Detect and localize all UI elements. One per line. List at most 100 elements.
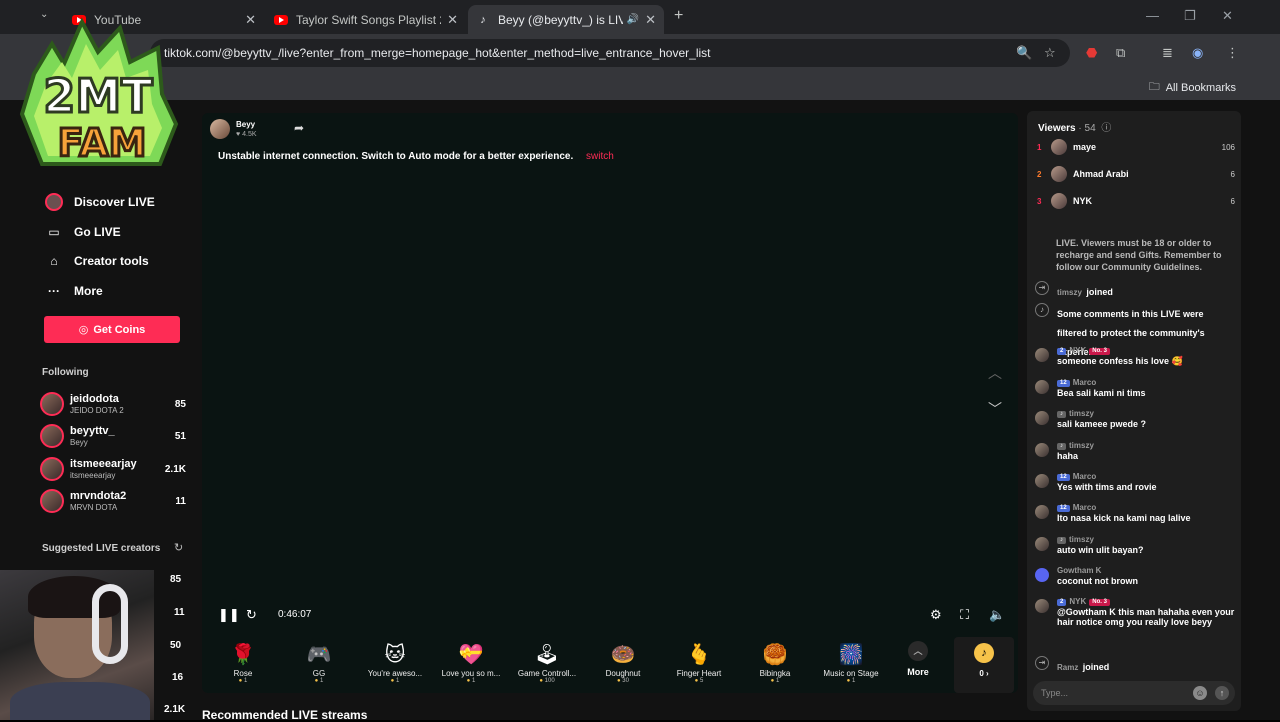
minimize-icon[interactable]: — [1146,8,1159,23]
join-icon: ⇥ [1035,281,1049,295]
maximize-icon[interactable]: ❐ [1184,8,1196,24]
coin-balance-button[interactable]: ♪ 0 › [954,637,1014,693]
tab-taylor-swift[interactable]: Taylor Swift Songs Playlist 2024 ✕ [266,5,466,34]
chat-user[interactable]: Gowtham K [1057,566,1235,576]
help-icon[interactable]: ⓘ [1101,123,1111,134]
address-bar-row: tiktok.com/@beyyttv_/live?enter_from_mer… [0,34,1280,72]
menu-icon[interactable]: ⋮ [1226,45,1239,61]
avatar [1051,139,1067,155]
bookmarks-bar: 🗀 All Bookmarks [0,72,1280,100]
gift-rose[interactable]: 🌹 Rose 1 [205,641,281,684]
youtube-icon [274,13,288,27]
top-viewer[interactable]: 3 NYK 6 [1037,192,1235,210]
coin-icon: ◎ [78,324,89,336]
gift-price: 1 [433,678,509,684]
following-item[interactable]: itsmeeearjay itsmeeearjay 2.1K [40,455,186,483]
live-video-player[interactable]: Beyy ♥ 4.5K ➦ Unstable internet connecti… [202,113,1018,693]
fireworks-icon: 🎆 [838,644,864,666]
following-item[interactable]: mrvndota2 MRVN DOTA 11 [40,487,186,515]
media-control-icon[interactable]: ≣ [1162,45,1173,61]
gift-game-controller[interactable]: 🕹 Game Controll... 100 [509,641,585,684]
chevron-up-icon[interactable]: ︿ [988,363,1002,383]
home-icon: ⌂ [50,254,58,268]
nav-discover-live[interactable]: Discover LIVE [44,192,155,212]
avatar [1035,599,1049,613]
url-field[interactable]: tiktok.com/@beyyttv_/live?enter_from_mer… [150,39,1070,67]
host-likes: ♥ 4.5K [236,130,257,138]
chat-input[interactable]: Type... ☺ ↑ [1033,681,1235,705]
chat-user[interactable]: Ramz [1057,663,1078,672]
extension-red-icon[interactable]: ⬣ [1086,45,1097,61]
close-icon[interactable]: ✕ [645,12,656,28]
following-item[interactable]: jeidodota JEIDO DOTA 2 85 [40,390,186,418]
tab-title: Beyy (@beyyttv_) is LIVE - TikTok [498,12,623,27]
join-icon: ⇥ [1035,656,1049,670]
window-close-icon[interactable]: ✕ [1222,8,1233,24]
chevron-down-icon[interactable]: ﹀ [988,399,1002,419]
new-tab-button[interactable]: + [674,7,683,25]
viewer-name: maye [1073,142,1097,152]
gift-doughnut[interactable]: 🍩 Doughnut 30 [585,641,661,684]
close-icon[interactable]: ✕ [245,12,256,28]
chat-text: sali kameee pwede ? [1057,418,1147,429]
chat-user[interactable]: NYK [1069,597,1086,606]
bookmark-star-icon[interactable]: ☆ [1044,45,1056,61]
nav-label: Creator tools [74,254,149,268]
level-badge: 2 [1057,348,1067,356]
chat-message: 12 Marco Ito nasa kick na kami nag lalive [1035,503,1235,523]
chat-user[interactable]: Marco [1073,378,1097,387]
fullscreen-icon[interactable]: ⛶ [960,607,969,623]
chat-text: Ito nasa kick na kami nag lalive [1057,512,1191,523]
profile-icon[interactable]: ◉ [1192,45,1203,61]
extensions-icon[interactable]: ⧉ [1116,45,1125,61]
close-icon[interactable]: ✕ [447,12,458,28]
volume-icon[interactable]: 🔈 [989,607,1005,623]
zoom-icon[interactable]: 🔍 [1016,45,1032,61]
chat-user[interactable]: timszy [1057,288,1082,297]
nav-label: Go LIVE [74,225,121,239]
viewers-heading[interactable]: Viewers · 54 ⓘ [1038,119,1111,134]
top-viewer[interactable]: 2 Ahmad Arabi 6 [1037,165,1235,183]
gift-music-on-stage[interactable]: 🎆 Music on Stage 1 [813,641,889,684]
nav-go-live[interactable]: ▭ Go LIVE [44,222,121,242]
headphones-icon [92,584,128,664]
avatar [1035,568,1049,582]
send-icon[interactable]: ↑ [1215,686,1229,700]
top-viewer[interactable]: 1 maye 106 [1037,138,1235,156]
emoji-icon[interactable]: ☺ [1193,686,1207,700]
switch-link[interactable]: switch [586,151,614,162]
nav-more[interactable]: ··· More [44,281,103,301]
gift-love-you[interactable]: 💝 Love you so m... 1 [433,641,509,684]
nav-creator-tools[interactable]: ⌂ Creator tools [44,251,149,271]
gift-youre-awesome[interactable]: 🐱 You're aweso... 1 [357,641,433,684]
chat-user[interactable]: timszy [1069,535,1094,544]
settings-icon[interactable]: ⚙ [930,607,942,623]
replay-icon[interactable]: ↻ [246,607,257,623]
viewer-name: NYK [1073,196,1093,206]
connection-warning: Unstable internet connection. Switch to … [218,151,614,162]
refresh-icon[interactable]: ↻ [174,541,183,554]
chat-user[interactable]: timszy [1069,409,1094,418]
gift-bibingka[interactable]: 🥮 Bibingka 1 [737,641,813,684]
chat-user[interactable]: Marco [1073,472,1097,481]
gift-gg[interactable]: 🎮 GG 1 [281,641,357,684]
host-info[interactable]: Beyy ♥ 4.5K [210,119,257,139]
share-icon[interactable]: ➦ [294,121,304,135]
following-item[interactable]: beyyttv_ Beyy 51 [40,422,186,450]
chat-user[interactable]: Marco [1073,503,1097,512]
fan-badge: ♪ [1057,537,1066,545]
get-coins-button[interactable]: ◎ Get Coins [44,316,180,343]
gift-finger-heart[interactable]: 🫰 Finger Heart 5 [661,641,737,684]
chat-user[interactable]: timszy [1069,441,1094,450]
all-bookmarks-button[interactable]: 🗀 All Bookmarks [1149,78,1236,97]
chat-user[interactable]: NYK [1069,346,1086,355]
viewer-count: 2.1K [164,463,186,475]
more-gifts-button[interactable]: ︿ More [900,641,936,677]
url-text: tiktok.com/@beyyttv_/live?enter_from_mer… [164,46,711,60]
creator-name: beyyttv_ [70,424,115,437]
speaker-icon[interactable]: 🔊 [627,14,639,25]
more-dots-icon: ··· [48,284,60,298]
pause-icon[interactable]: ❚❚ [218,607,240,623]
tab-tiktok-live[interactable]: ♪ Beyy (@beyyttv_) is LIVE - TikTok 🔊 ✕ [468,5,664,34]
gift-price: 1 [281,678,357,684]
